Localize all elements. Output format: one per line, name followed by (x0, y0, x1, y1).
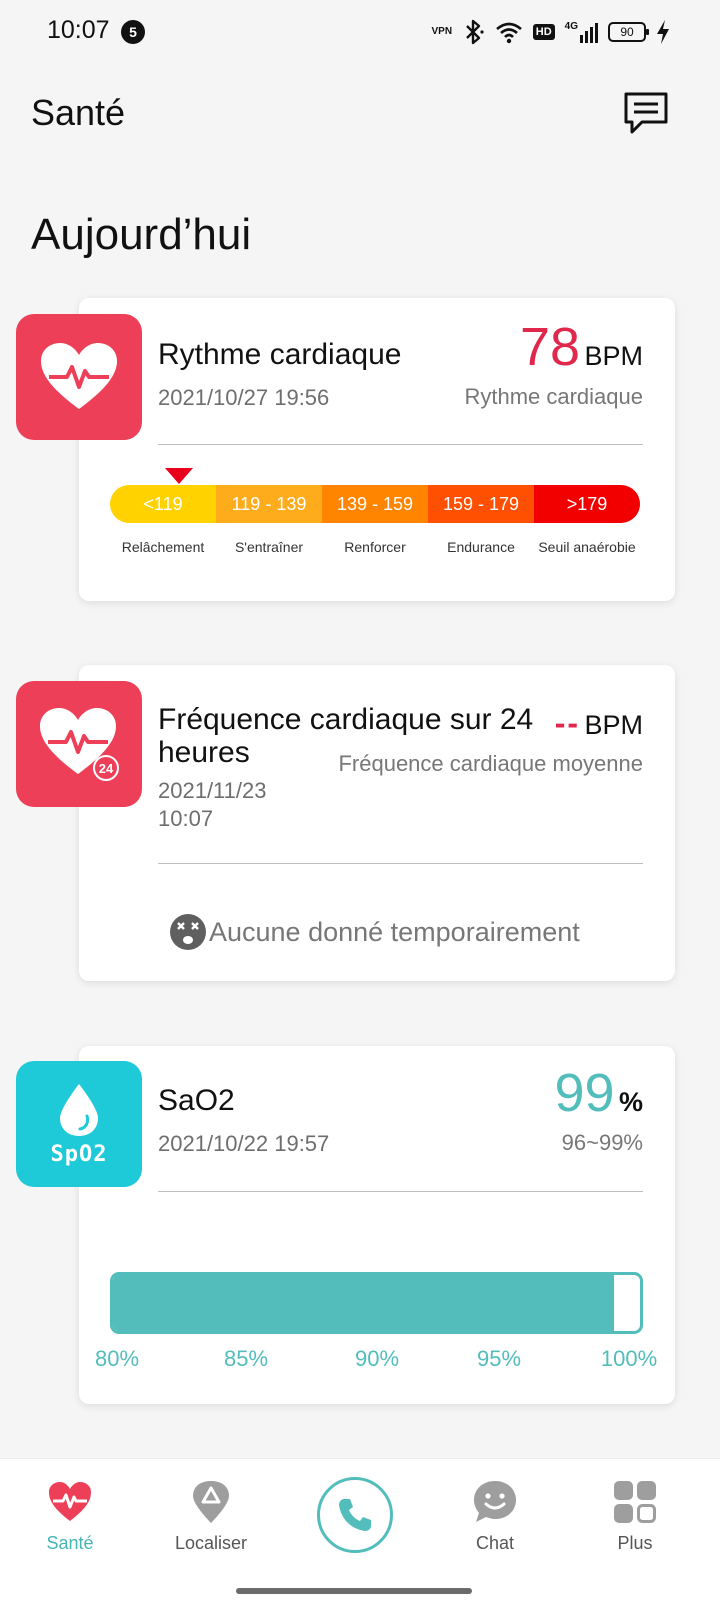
spo2-ticks: 80% 85% 90% 95% 100% (87, 1346, 667, 1372)
dizzy-face-icon (170, 914, 206, 950)
hd-icon: HD (532, 24, 555, 40)
charging-icon (657, 20, 669, 44)
wifi-icon (495, 22, 522, 44)
nav-label: Santé (46, 1533, 94, 1553)
spo2-tick: 85% (223, 1346, 269, 1371)
spo2-bar-fill (113, 1275, 614, 1331)
bluetooth-icon (465, 19, 484, 45)
heart-rate-value-group: 78 BPM (520, 316, 643, 378)
heart-rate-24h-value: -- (554, 705, 581, 741)
zone-segment: >179 (534, 485, 640, 523)
spo2-range: 96~99% (561, 1130, 643, 1155)
call-button[interactable] (317, 1477, 393, 1553)
heart-rate-24h-date: 2021/11/23 10:07 (158, 777, 266, 833)
network-type-label: 4G (564, 21, 578, 32)
zone-segment: 119 - 139 (216, 485, 322, 523)
heart-pulse-24-icon: 24 (40, 708, 119, 781)
spo2-value: 99 (554, 1063, 615, 1123)
spo2-tick: 100% (600, 1346, 658, 1371)
heart-rate-card[interactable]: Rythme cardiaque 2021/10/27 19:56 78 BPM… (79, 298, 675, 601)
spo2-date: 2021/10/22 19:57 (158, 1131, 330, 1156)
bottom-navigation: Santé Localiser Chat Plus (0, 1458, 720, 1600)
nav-item-localiser[interactable]: Localiser (146, 1459, 276, 1600)
spo2-tick: 90% (354, 1346, 400, 1371)
heart-rate-value: 78 (519, 317, 581, 377)
page-title: Santé (31, 92, 126, 133)
water-drop-icon (60, 1083, 98, 1136)
divider (158, 1191, 643, 1192)
divider (158, 863, 643, 864)
notification-count-badge: 5 (121, 20, 145, 44)
current-zone-marker (165, 468, 193, 484)
spo2-card[interactable]: SaO2 2021/10/22 19:57 99 % 96~99% 80% 85… (79, 1046, 675, 1404)
battery-icon: 90 (608, 22, 649, 42)
zone-label: S'entraîner (234, 539, 304, 555)
zone-label: Renforcer (344, 539, 406, 555)
heart-rate-zones-bar: <119 119 - 139 139 - 159 159 - 179 >179 (110, 485, 640, 523)
spo2-tick: 80% (94, 1346, 140, 1371)
spo2-bar (110, 1272, 643, 1334)
zone-segment: 159 - 179 (428, 485, 534, 523)
heart-rate-24h-value-group: -- BPM (555, 705, 643, 742)
chat-smile-icon (474, 1481, 516, 1522)
spo2-unit: % (618, 1087, 643, 1117)
nav-label: Plus (617, 1533, 653, 1553)
heart-rate-tile (16, 314, 142, 440)
section-title: Aujourd’hui (31, 210, 252, 259)
no-data-message: Aucune donné temporairement (169, 913, 580, 951)
heart-rate-unit: BPM (584, 341, 643, 371)
spo2-tile: SpO2 (16, 1061, 142, 1187)
title-line: Fréquence cardiaque sur 24 (158, 703, 534, 736)
nav-item-chat[interactable]: Chat (430, 1459, 560, 1600)
vpn-icon: VPN (431, 26, 453, 37)
date-line: 10:07 (158, 806, 214, 831)
badge-24: 24 (99, 761, 114, 776)
no-data-text: Aucune donné temporairement (209, 916, 580, 947)
heart-pulse-icon (41, 343, 117, 409)
divider (158, 444, 643, 445)
nav-item-plus[interactable]: Plus (570, 1459, 700, 1600)
status-time: 10:07 (47, 16, 110, 44)
zone-label: Seuil anaérobie (538, 539, 636, 555)
zone-labels: Relâchement S'entraîner Renforcer Endura… (110, 539, 640, 555)
spo2-value-group: 99 % (554, 1062, 643, 1124)
heart-rate-title: Rythme cardiaque (158, 338, 402, 371)
heart-rate-24h-subtitle: Fréquence cardiaque moyenne (338, 751, 643, 776)
nav-label: Localiser (174, 1533, 248, 1553)
zone-segment: <119 (110, 485, 216, 523)
nav-label: Chat (475, 1533, 515, 1553)
message-icon (624, 92, 668, 134)
heart-rate-24h-unit: BPM (584, 710, 643, 740)
spo2-tile-label: SpO2 (50, 1141, 108, 1167)
location-pin-icon (193, 1481, 229, 1523)
zone-label: Relâchement (121, 539, 205, 555)
home-indicator[interactable] (236, 1588, 472, 1594)
status-bar: 10:07 5 VPN HD 4G 90 (0, 0, 720, 64)
date-line: 2021/11/23 (158, 778, 267, 803)
heart-rate-date: 2021/10/27 19:56 (158, 385, 330, 410)
messages-button[interactable] (622, 90, 670, 136)
signal-icon: 4G (565, 21, 598, 43)
spo2-tick: 95% (476, 1346, 522, 1371)
spo2-title: SaO2 (158, 1084, 235, 1117)
heart-rate-24h-card[interactable]: Fréquence cardiaque sur 24 heures 2021/1… (79, 665, 675, 981)
title-line: heures (158, 736, 250, 769)
phone-icon (339, 1499, 371, 1531)
status-icons: VPN HD 4G 90 (431, 18, 670, 46)
heart-rate-subtitle: Rythme cardiaque (464, 384, 643, 409)
heart-pulse-icon (49, 1482, 91, 1521)
grid-icon (614, 1481, 656, 1523)
zone-label: Endurance (447, 539, 515, 555)
heart-rate-24h-tile: 24 (16, 681, 142, 807)
nav-item-sante[interactable]: Santé (5, 1459, 135, 1600)
zone-segment: 139 - 159 (322, 485, 428, 523)
